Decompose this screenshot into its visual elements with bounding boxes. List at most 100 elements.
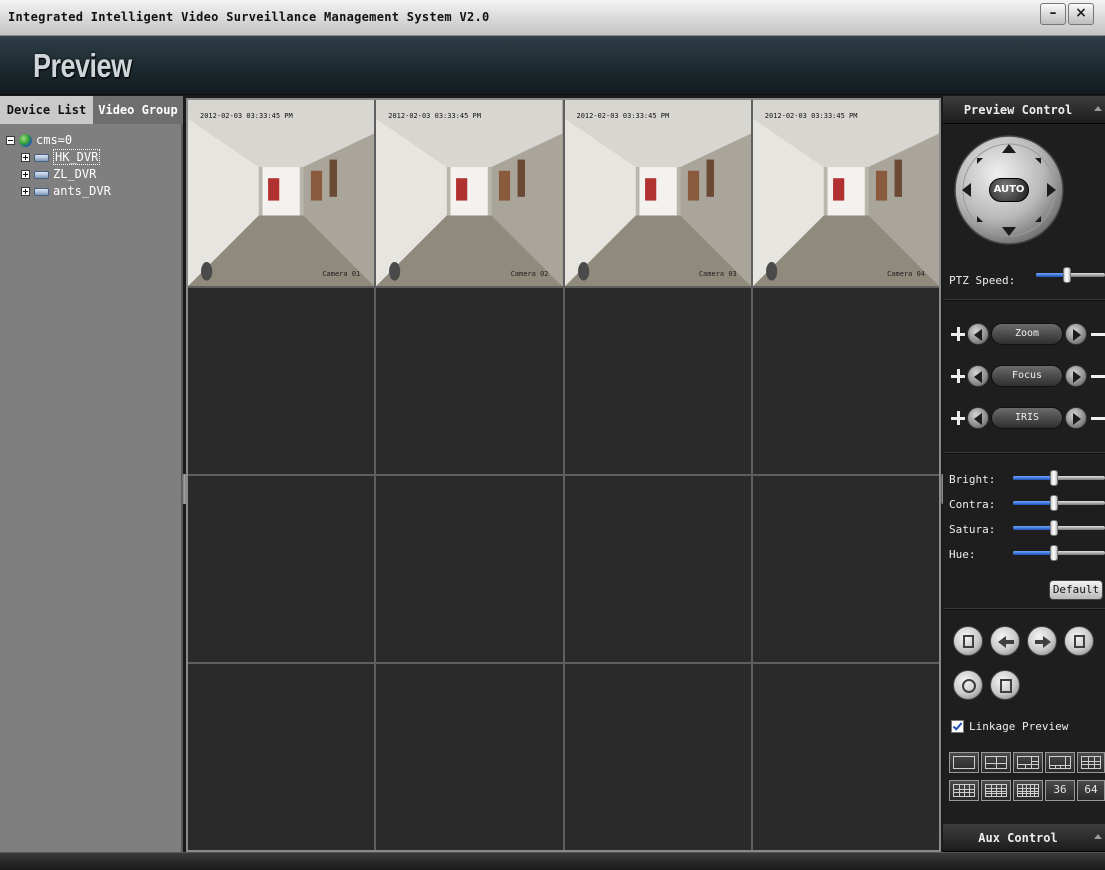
tree-node-label: HK_DVR (53, 149, 101, 165)
ptz-up-left-arrow-icon[interactable] (977, 158, 983, 164)
zoom-in-button[interactable] (967, 323, 989, 345)
tree-node-ants-dvr[interactable]: ants_DVR (6, 183, 111, 200)
saturation-slider[interactable] (1013, 520, 1105, 536)
video-cell-5[interactable] (188, 288, 375, 474)
expand-icon[interactable] (21, 153, 30, 162)
expand-icon[interactable] (21, 170, 30, 179)
iris-label: IRIS (991, 407, 1063, 429)
camera-name: Camera 02 (510, 270, 549, 278)
next-button[interactable] (1027, 626, 1057, 656)
camera-timestamp: 2012-02-03 03:33:45 PM (200, 112, 293, 120)
camera-timestamp: 2012-02-03 03:33:45 PM (576, 112, 670, 120)
capture-button[interactable] (990, 670, 1020, 700)
video-cell-2[interactable]: 2012-02-03 03:33:45 PM Camera 02 (376, 100, 563, 286)
iris-open-button[interactable] (967, 407, 989, 429)
camera-timestamp: 2012-02-03 03:33:45 PM (764, 112, 858, 120)
tree-node-root[interactable]: cms=0 (6, 132, 111, 149)
default-button[interactable]: Default (1049, 580, 1103, 600)
ptz-right-arrow-icon[interactable] (1047, 183, 1056, 197)
focus-plus-icon[interactable] (949, 367, 967, 385)
ptz-down-arrow-icon[interactable] (1002, 227, 1016, 236)
ptz-down-left-arrow-icon[interactable] (977, 216, 983, 222)
linkage-preview-checkbox[interactable] (951, 720, 964, 733)
dvr-icon (34, 187, 49, 196)
expand-icon[interactable] (21, 187, 30, 196)
ptz-left-arrow-icon[interactable] (962, 183, 971, 197)
previous-button[interactable] (990, 626, 1020, 656)
collapse-arrow-icon[interactable] (1094, 106, 1102, 111)
video-cell-7[interactable] (564, 288, 751, 474)
layout-8-button[interactable] (1045, 752, 1075, 773)
contrast-slider[interactable] (1013, 495, 1105, 511)
layout-1-button[interactable] (949, 752, 979, 773)
ptz-direction-pad: AUTO (953, 134, 1065, 246)
video-cell-14[interactable] (376, 664, 563, 850)
saturation-label: Satura: (949, 523, 996, 536)
video-cell-10[interactable] (376, 476, 563, 662)
video-cell-15[interactable] (564, 664, 751, 850)
camera-feed-image (188, 100, 375, 286)
tab-device-list[interactable]: Device List (0, 96, 93, 124)
tree-node-hk-dvr[interactable]: HK_DVR (6, 149, 111, 166)
slider-knob[interactable] (1050, 520, 1059, 536)
video-cell-13[interactable] (188, 664, 375, 850)
ptz-down-right-arrow-icon[interactable] (1035, 216, 1041, 222)
layout-36-label: 36 (1053, 783, 1067, 796)
layout-64-button[interactable]: 64 (1077, 780, 1105, 801)
iris-minus-icon[interactable] (1089, 409, 1105, 427)
minimize-button[interactable]: – (1040, 3, 1066, 25)
video-cell-12[interactable] (752, 476, 939, 662)
layout-36-button[interactable]: 36 (1045, 780, 1075, 801)
ptz-auto-button[interactable]: AUTO (989, 178, 1029, 202)
layout-13-button[interactable] (949, 780, 979, 801)
collapse-icon[interactable] (6, 136, 15, 145)
hue-slider[interactable] (1013, 545, 1105, 561)
layout-25-button[interactable] (1013, 780, 1043, 801)
video-cell-4[interactable]: 2012-02-03 03:33:45 PM Camera 04 (752, 100, 939, 286)
camera-feed-image (376, 100, 563, 286)
video-cell-3[interactable]: 2012-02-03 03:33:45 PM Camera 03 (564, 100, 751, 286)
video-cell-16[interactable] (752, 664, 939, 850)
layout-64-label: 64 (1084, 783, 1098, 796)
brightness-slider[interactable] (1013, 470, 1105, 486)
slider-knob[interactable] (1063, 267, 1072, 283)
slider-knob[interactable] (1050, 470, 1059, 486)
iris-close-button[interactable] (1065, 407, 1087, 429)
layout-4-button[interactable] (981, 752, 1011, 773)
video-wall-button[interactable] (1064, 626, 1094, 656)
layout-9-button[interactable] (1077, 752, 1105, 773)
slider-knob[interactable] (1050, 495, 1059, 511)
slider-knob[interactable] (1050, 545, 1059, 561)
preview-control-header[interactable]: Preview Control (943, 96, 1105, 124)
record-playback-button[interactable] (953, 626, 983, 656)
focus-minus-icon[interactable] (1089, 367, 1105, 385)
video-cell-8[interactable] (752, 288, 939, 474)
page-header: Preview (0, 36, 1105, 95)
collapse-arrow-icon[interactable] (1094, 834, 1102, 839)
zoom-minus-icon[interactable] (1089, 325, 1105, 343)
aux-control-header[interactable]: Aux Control (943, 824, 1105, 852)
video-cell-6[interactable] (376, 288, 563, 474)
stop-all-preview-button[interactable] (953, 670, 983, 700)
arrow-right-icon (1043, 636, 1051, 648)
layout-16-button[interactable] (981, 780, 1011, 801)
video-cell-11[interactable] (564, 476, 751, 662)
close-button[interactable]: × (1068, 3, 1094, 25)
zoom-out-button[interactable] (1065, 323, 1087, 345)
ptz-speed-label: PTZ Speed: (949, 274, 1016, 287)
layout-6-button[interactable] (1013, 752, 1043, 773)
ptz-up-arrow-icon[interactable] (1002, 144, 1016, 153)
tab-video-group[interactable]: Video Group (93, 96, 183, 124)
video-cell-1[interactable]: 2012-02-03 03:33:45 PM Camera 01 (188, 100, 375, 286)
device-tree: cms=0 HK_DVR ZL_DVR ants_DVR (6, 132, 111, 200)
focus-near-button[interactable] (967, 365, 989, 387)
ptz-speed-slider[interactable] (1036, 267, 1105, 283)
zoom-plus-icon[interactable] (949, 325, 967, 343)
camera-feed-image (752, 100, 939, 286)
iris-plus-icon[interactable] (949, 409, 967, 427)
tree-node-zl-dvr[interactable]: ZL_DVR (6, 166, 111, 183)
hue-label: Hue: (949, 548, 976, 561)
ptz-up-right-arrow-icon[interactable] (1035, 158, 1041, 164)
focus-far-button[interactable] (1065, 365, 1087, 387)
video-cell-9[interactable] (188, 476, 375, 662)
